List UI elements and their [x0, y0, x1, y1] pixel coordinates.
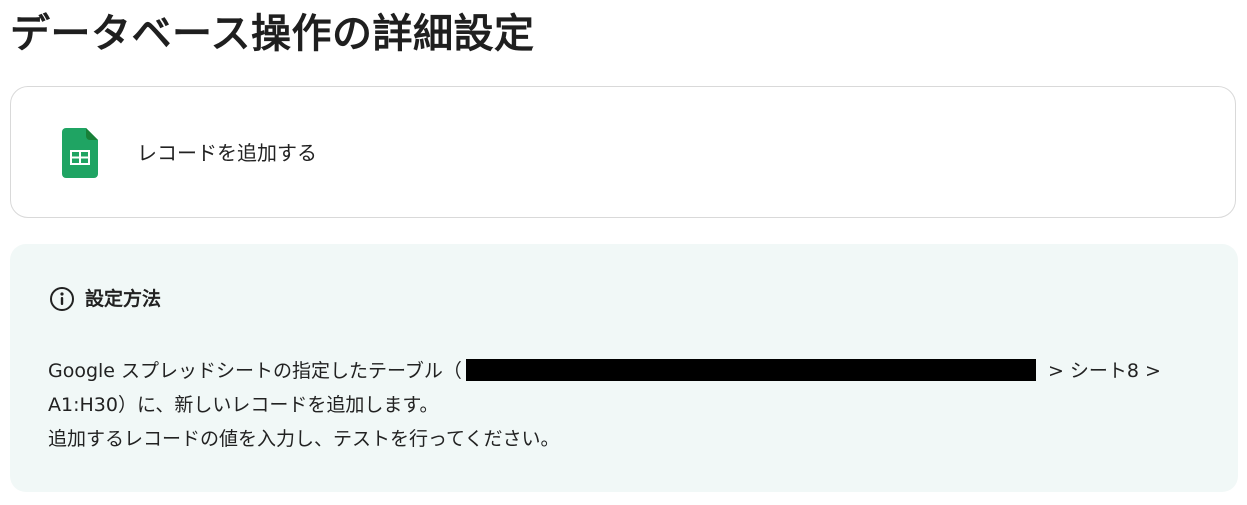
info-body: Google スプレッドシートの指定したテーブル（ > シート8 > A1:H3…	[48, 354, 1198, 456]
page-title: データベース操作の詳細設定	[10, 11, 535, 57]
info-line-3: 追加するレコードの値を入力し、テストを行ってください。	[48, 428, 560, 450]
redacted-block	[465, 359, 1036, 381]
info-box: 設定方法 Google スプレッドシートの指定したテーブル（ > シート8 > …	[10, 244, 1238, 492]
info-line-2: A1:H30）に、新しいレコードを追加します。	[48, 394, 439, 416]
info-title: 設定方法	[85, 288, 162, 310]
info-line-1: Google スプレッドシートの指定したテーブル（ > シート8 >	[48, 354, 1198, 388]
page: データベース操作の詳細設定 レコードを追加する 設定方法 Google スプレッ…	[0, 0, 1247, 505]
action-label: レコードを追加する	[137, 141, 317, 165]
info-header: 設定方法	[49, 286, 161, 312]
info-circle-icon	[50, 287, 74, 311]
info-line-1-prefix: Google スプレッドシートの指定したテーブル（	[48, 360, 462, 382]
google-sheets-icon	[62, 128, 98, 178]
action-card-add-record[interactable]: レコードを追加する	[10, 86, 1236, 218]
info-line-1-suffix: > シート8 >	[1041, 360, 1161, 382]
